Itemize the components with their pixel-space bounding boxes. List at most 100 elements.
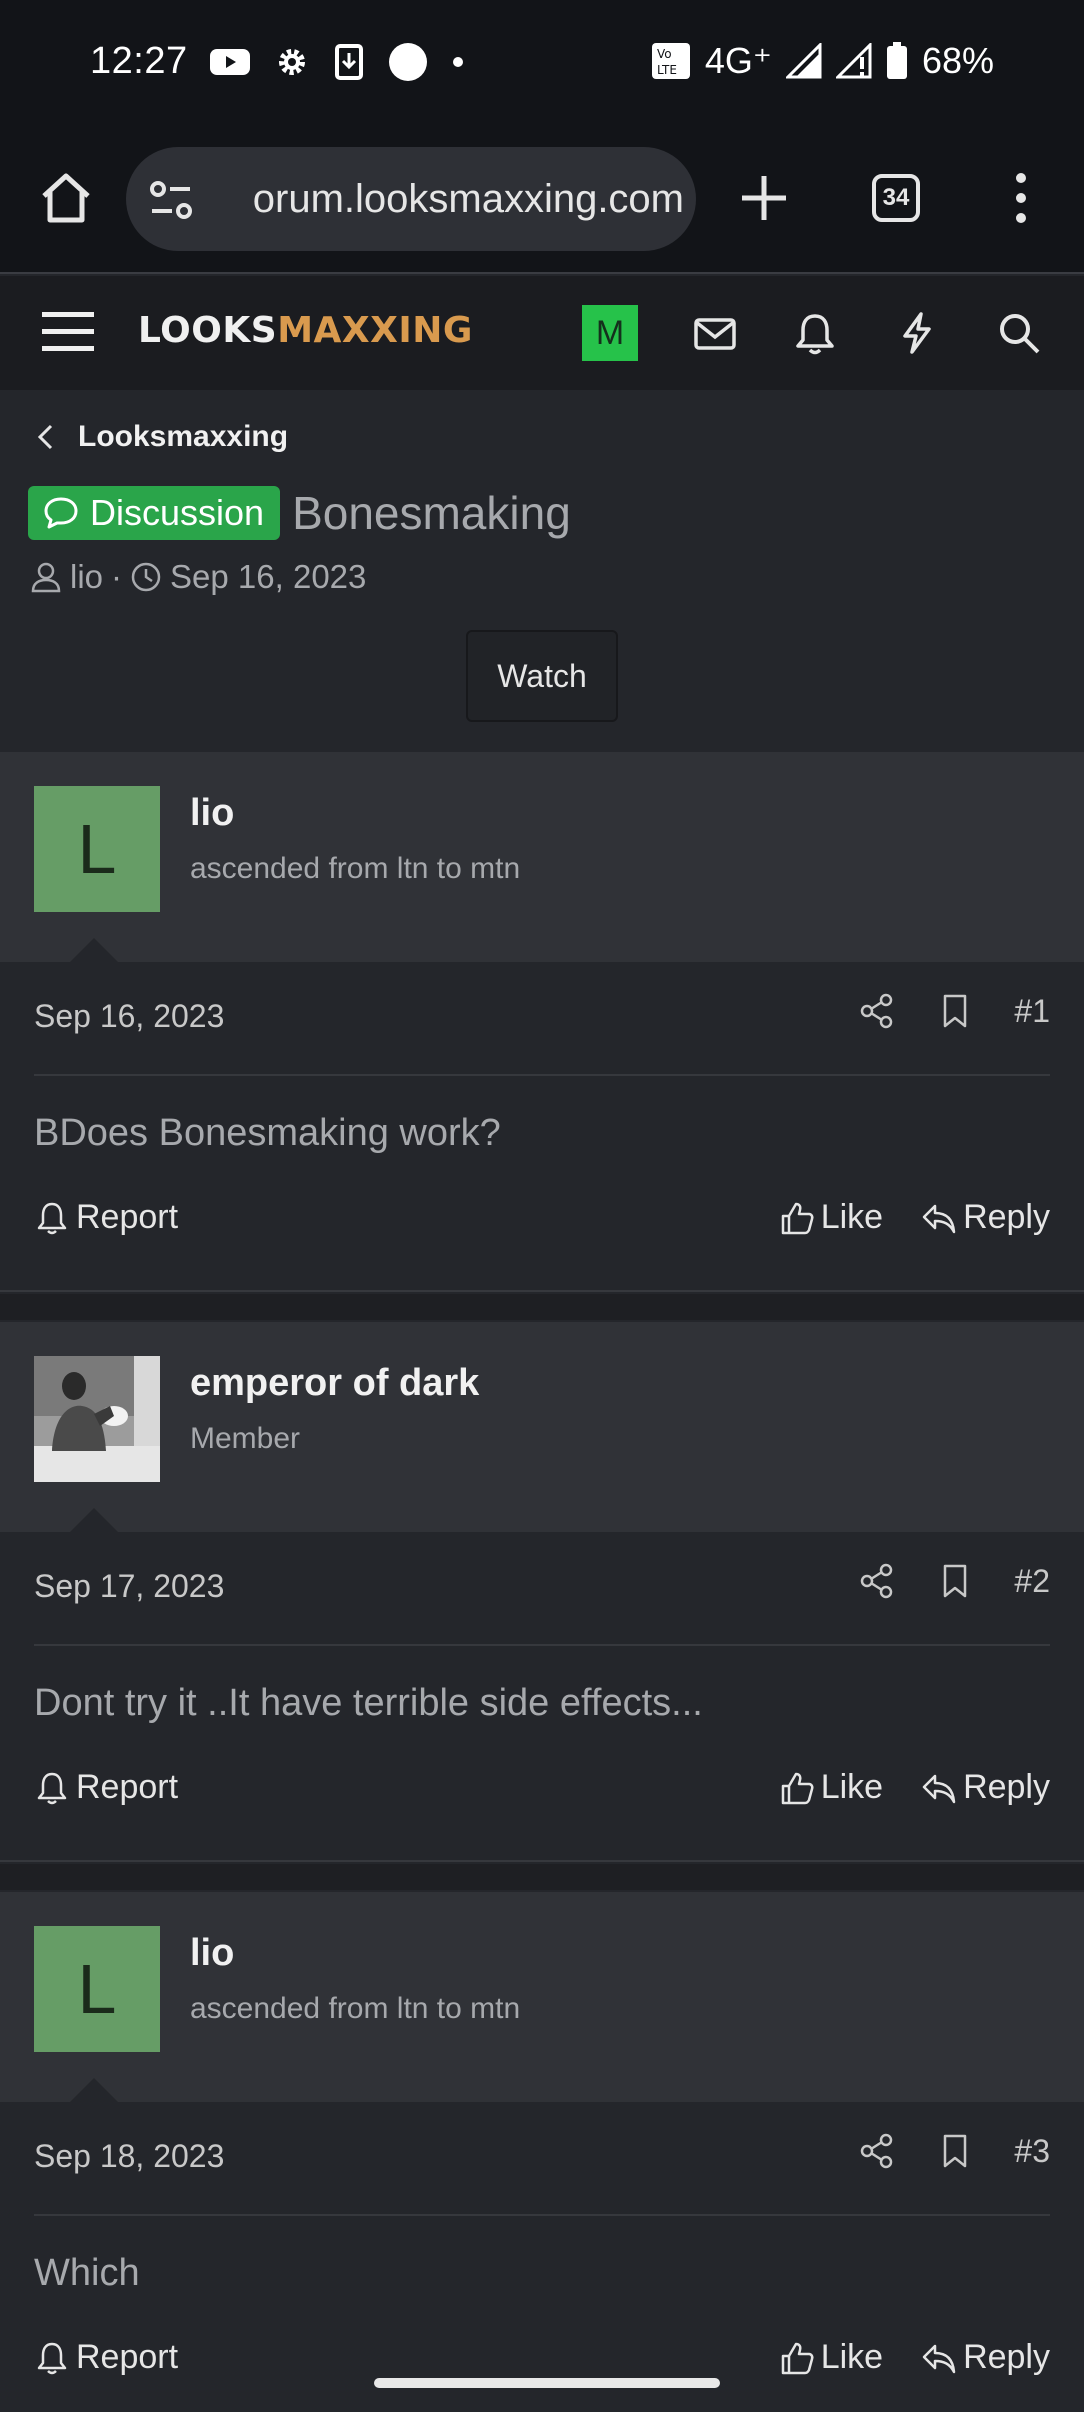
post-content: Which <box>34 2252 140 2294</box>
mail-icon[interactable] <box>692 310 738 356</box>
tab-switcher-button[interactable]: 34 <box>872 174 920 222</box>
post-number[interactable]: #3 <box>1014 2133 1050 2170</box>
post: emperor of dark Member Sep 17, 2023 #2 D… <box>0 1322 1084 1862</box>
share-icon[interactable] <box>858 992 896 1030</box>
post-user-block: L lio ascended from ltn to mtn <box>0 752 1084 964</box>
bookmark-icon[interactable] <box>936 1562 974 1600</box>
download-icon <box>335 44 363 80</box>
post-username[interactable]: lio <box>190 792 234 835</box>
bolt-icon[interactable] <box>894 310 940 356</box>
post-pointer <box>68 938 120 964</box>
post-username[interactable]: emperor of dark <box>190 1362 479 1405</box>
user-avatar[interactable]: M <box>582 305 638 361</box>
thread-author[interactable]: lio <box>70 558 103 596</box>
bell-icon <box>37 2342 67 2374</box>
user-title: ascended from ltn to mtn <box>190 852 521 885</box>
post-content: Dont try it ..It have terrible side effe… <box>34 1682 703 1724</box>
like-button[interactable]: Like <box>779 2338 883 2377</box>
prefix-label: Discussion <box>90 492 265 533</box>
breadcrumb[interactable]: Looksmaxxing <box>34 420 288 454</box>
like-button[interactable]: Like <box>779 1198 883 1237</box>
site-logo[interactable]: LOOKSMAXXING <box>138 310 473 351</box>
new-tab-icon[interactable] <box>734 168 794 228</box>
avatar-photo <box>34 1356 160 1482</box>
gesture-home-bar[interactable] <box>374 2378 720 2388</box>
post: L lio ascended from ltn to mtn Sep 18, 2… <box>0 1892 1084 2412</box>
search-icon[interactable] <box>996 310 1042 356</box>
browser-toolbar: orum.looksmaxxing.com 34 <box>0 128 1084 274</box>
post-body: Sep 16, 2023 #1 BDoes Bonesmaking work? … <box>0 962 1084 1292</box>
bell-icon[interactable] <box>792 310 838 356</box>
reply-button[interactable]: Reply <box>921 1198 1050 1237</box>
avatar[interactable]: L <box>34 786 160 912</box>
hamburger-menu-icon[interactable] <box>42 308 94 356</box>
post-number[interactable]: #1 <box>1014 993 1050 1030</box>
signal-alert-icon <box>835 43 872 79</box>
thread-header: Looksmaxxing Discussion Bonesmaking lio … <box>0 390 1084 752</box>
reply-button[interactable]: Reply <box>921 2338 1050 2377</box>
post-actions: Report Like Reply <box>34 1198 1050 1237</box>
divider <box>34 1644 1050 1646</box>
post-user-block: L lio ascended from ltn to mtn <box>0 1892 1084 2104</box>
battery-icon <box>886 42 907 79</box>
url-text[interactable]: orum.looksmaxxing.com <box>214 177 684 222</box>
thumbs-up-icon <box>781 1772 814 1804</box>
chevron-left-icon <box>37 424 53 450</box>
user-title: ascended from ltn to mtn <box>190 1992 521 2025</box>
home-icon[interactable] <box>36 168 96 228</box>
youtube-icon <box>210 49 250 75</box>
avatar[interactable] <box>34 1356 160 1482</box>
post-pointer <box>68 1508 120 1534</box>
bookmark-icon[interactable] <box>936 992 974 1030</box>
system-icons: Vo LTE 4G⁺ 68% <box>651 40 994 82</box>
bell-icon <box>37 1202 67 1234</box>
dot-icon <box>453 57 463 67</box>
thread-date[interactable]: Sep 16, 2023 <box>170 558 366 596</box>
site-settings-icon[interactable] <box>146 175 196 225</box>
status-bar: 12:27 Vo LTE 4G⁺ 68% <box>0 0 1084 128</box>
report-button[interactable]: Report <box>34 1768 178 1807</box>
report-button[interactable]: Report <box>34 1198 178 1237</box>
prefix-badge[interactable]: Discussion <box>28 486 281 540</box>
post-number[interactable]: #2 <box>1014 1563 1050 1600</box>
divider <box>34 1074 1050 1076</box>
avatar[interactable]: L <box>34 1926 160 2052</box>
like-button[interactable]: Like <box>779 1768 883 1807</box>
post-username[interactable]: lio <box>190 1932 234 1975</box>
post-date[interactable]: Sep 17, 2023 <box>34 1568 224 1605</box>
watch-button[interactable]: Watch <box>466 630 618 722</box>
thread-title-row: Discussion Bonesmaking <box>28 486 571 540</box>
post-tools: #1 <box>858 992 1050 1030</box>
reply-button[interactable]: Reply <box>921 1768 1050 1807</box>
address-bar[interactable]: orum.looksmaxxing.com <box>126 147 696 251</box>
network-type: 4G⁺ <box>704 40 772 81</box>
post-actions: Report Like Reply <box>34 1768 1050 1807</box>
divider <box>34 2214 1050 2216</box>
share-icon[interactable] <box>858 1562 896 1600</box>
user-title: Member <box>190 1422 301 1455</box>
share-icon[interactable] <box>858 2132 896 2170</box>
status-time: 12:27 <box>90 40 188 82</box>
thumbs-up-icon <box>781 2342 814 2374</box>
post-user-block: emperor of dark Member <box>0 1322 1084 1534</box>
post-tools: #3 <box>858 2132 1050 2170</box>
reply-icon <box>922 1204 956 1233</box>
post-date[interactable]: Sep 18, 2023 <box>34 2138 224 2175</box>
post-pointer <box>68 2078 120 2104</box>
report-button[interactable]: Report <box>34 2338 178 2377</box>
breadcrumb-label[interactable]: Looksmaxxing <box>78 420 288 454</box>
thread-title: Bonesmaking <box>292 487 571 539</box>
post-date[interactable]: Sep 16, 2023 <box>34 998 224 1035</box>
bookmark-icon[interactable] <box>936 2132 974 2170</box>
reply-icon <box>922 1774 956 1803</box>
bell-icon <box>37 1772 67 1804</box>
signal-icon <box>785 43 822 79</box>
post-body: Sep 18, 2023 #3 Which Report Like Reply <box>0 2102 1084 2412</box>
forum-header: LOOKSMAXXING M <box>0 276 1084 390</box>
circle-icon <box>389 43 427 81</box>
more-menu-icon[interactable] <box>1006 168 1036 228</box>
post-actions: Report Like Reply <box>34 2338 1050 2377</box>
post-gap <box>0 1294 1084 1320</box>
reply-icon <box>922 2344 956 2373</box>
svg-text:LTE: LTE <box>657 63 677 77</box>
